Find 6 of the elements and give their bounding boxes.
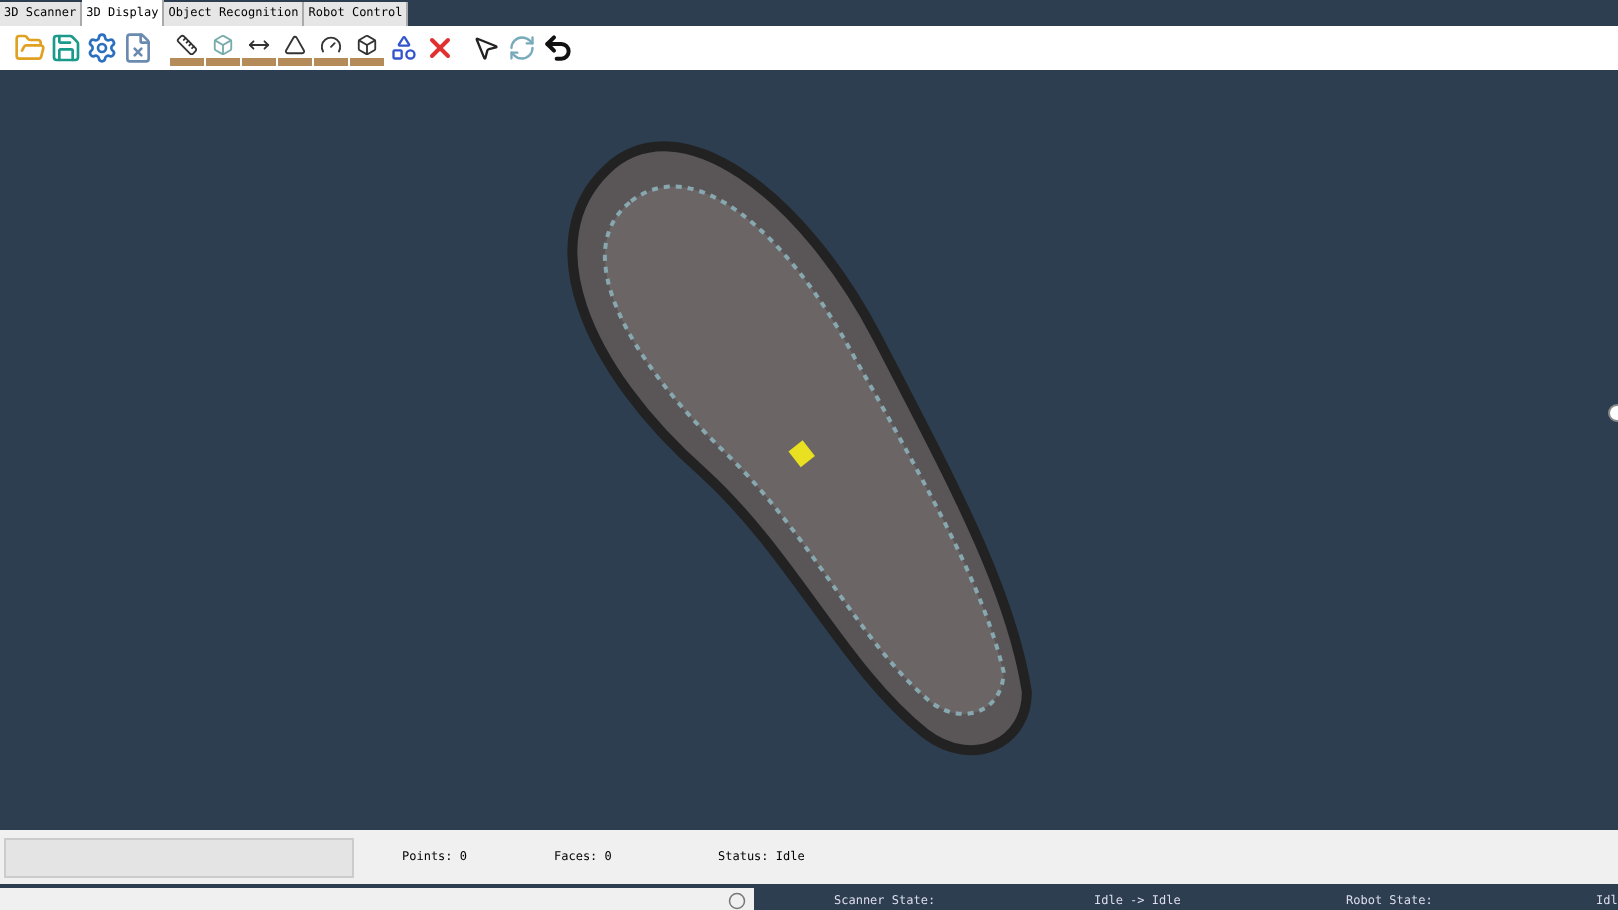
- save-icon[interactable]: [48, 30, 82, 66]
- shapes-icon[interactable]: [386, 30, 420, 66]
- file-delete-icon[interactable]: [120, 30, 154, 66]
- undo-icon[interactable]: [540, 30, 574, 66]
- circle-icon: [728, 892, 746, 910]
- settings-icon[interactable]: [84, 30, 118, 66]
